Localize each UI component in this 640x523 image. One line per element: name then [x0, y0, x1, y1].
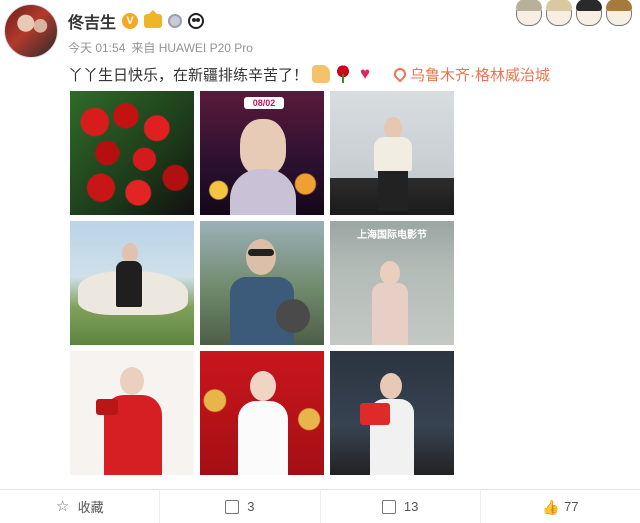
comment-button[interactable]: 13 [321, 490, 481, 523]
name-row: 佟吉生 V [68, 9, 205, 33]
photo-film-festival[interactable]: 上海国际电影节 [330, 221, 454, 345]
panda-icon[interactable] [188, 13, 205, 29]
share-count: 3 [247, 499, 255, 514]
cartoon-face-icon [546, 0, 572, 26]
favorite-button[interactable]: ☆ 收藏 [0, 490, 161, 523]
comment-icon [381, 499, 396, 514]
photo-red-dress[interactable] [70, 351, 194, 475]
post-text: 丫丫生日快乐，在新疆排练辛苦了！ [68, 66, 309, 84]
photo-movie-promo[interactable] [330, 351, 454, 475]
photo-grid: 08/02 上海国际电影节 [70, 91, 454, 475]
medal-icon[interactable] [168, 14, 183, 28]
photo-roses[interactable] [70, 91, 194, 215]
verified-v-icon[interactable]: V [122, 13, 139, 29]
crown-icon[interactable] [144, 10, 163, 28]
photo-horse-riding[interactable] [70, 221, 194, 345]
cartoon-face-icon [576, 0, 602, 26]
location-link[interactable]: 乌鲁木齐·格林威治城 [391, 64, 551, 85]
favorite-label: 收藏 [77, 500, 104, 515]
photo-red-backdrop[interactable] [200, 351, 324, 475]
comment-count: 13 [403, 499, 419, 514]
avatar[interactable] [4, 4, 58, 58]
location-text: 乌鲁木齐·格林威治城 [410, 66, 551, 84]
like-icon: 👍 [542, 498, 560, 515]
cartoon-face-icon [606, 0, 632, 26]
share-button[interactable]: 3 [160, 490, 321, 523]
post-time[interactable]: 今天 01:54 [68, 39, 125, 56]
photo-cinema-event[interactable] [330, 91, 454, 215]
cartoon-face-icon [516, 0, 542, 26]
festival-sign-text: 上海国际电影节 [357, 230, 427, 241]
photo-date-card[interactable]: 08/02 [200, 91, 324, 215]
post-meta: 今天 01:54 来自 HUAWEI P20 Pro [68, 39, 253, 56]
photo-pilot-helmet[interactable] [200, 221, 324, 345]
cartoon-decoration [516, 0, 632, 26]
date-label: 08/02 [244, 97, 284, 109]
rose-icon [334, 65, 353, 83]
location-pin-icon [391, 65, 409, 83]
post-source: 来自 HUAWEI P20 Pro [131, 41, 253, 55]
post-text-row: 丫丫生日快乐，在新疆排练辛苦了！ ♥ 乌鲁木齐·格林威治城 [68, 63, 550, 85]
heart-icon: ♥ [359, 64, 371, 83]
share-icon [225, 499, 240, 514]
action-bar: ☆ 收藏 3 13 👍 77 [0, 489, 640, 523]
star-icon: ☆ [55, 497, 70, 515]
username[interactable]: 佟吉生 [68, 9, 116, 33]
thumbs-up-icon [312, 65, 331, 83]
like-count: 77 [564, 499, 579, 514]
like-button[interactable]: 👍 77 [481, 490, 640, 523]
